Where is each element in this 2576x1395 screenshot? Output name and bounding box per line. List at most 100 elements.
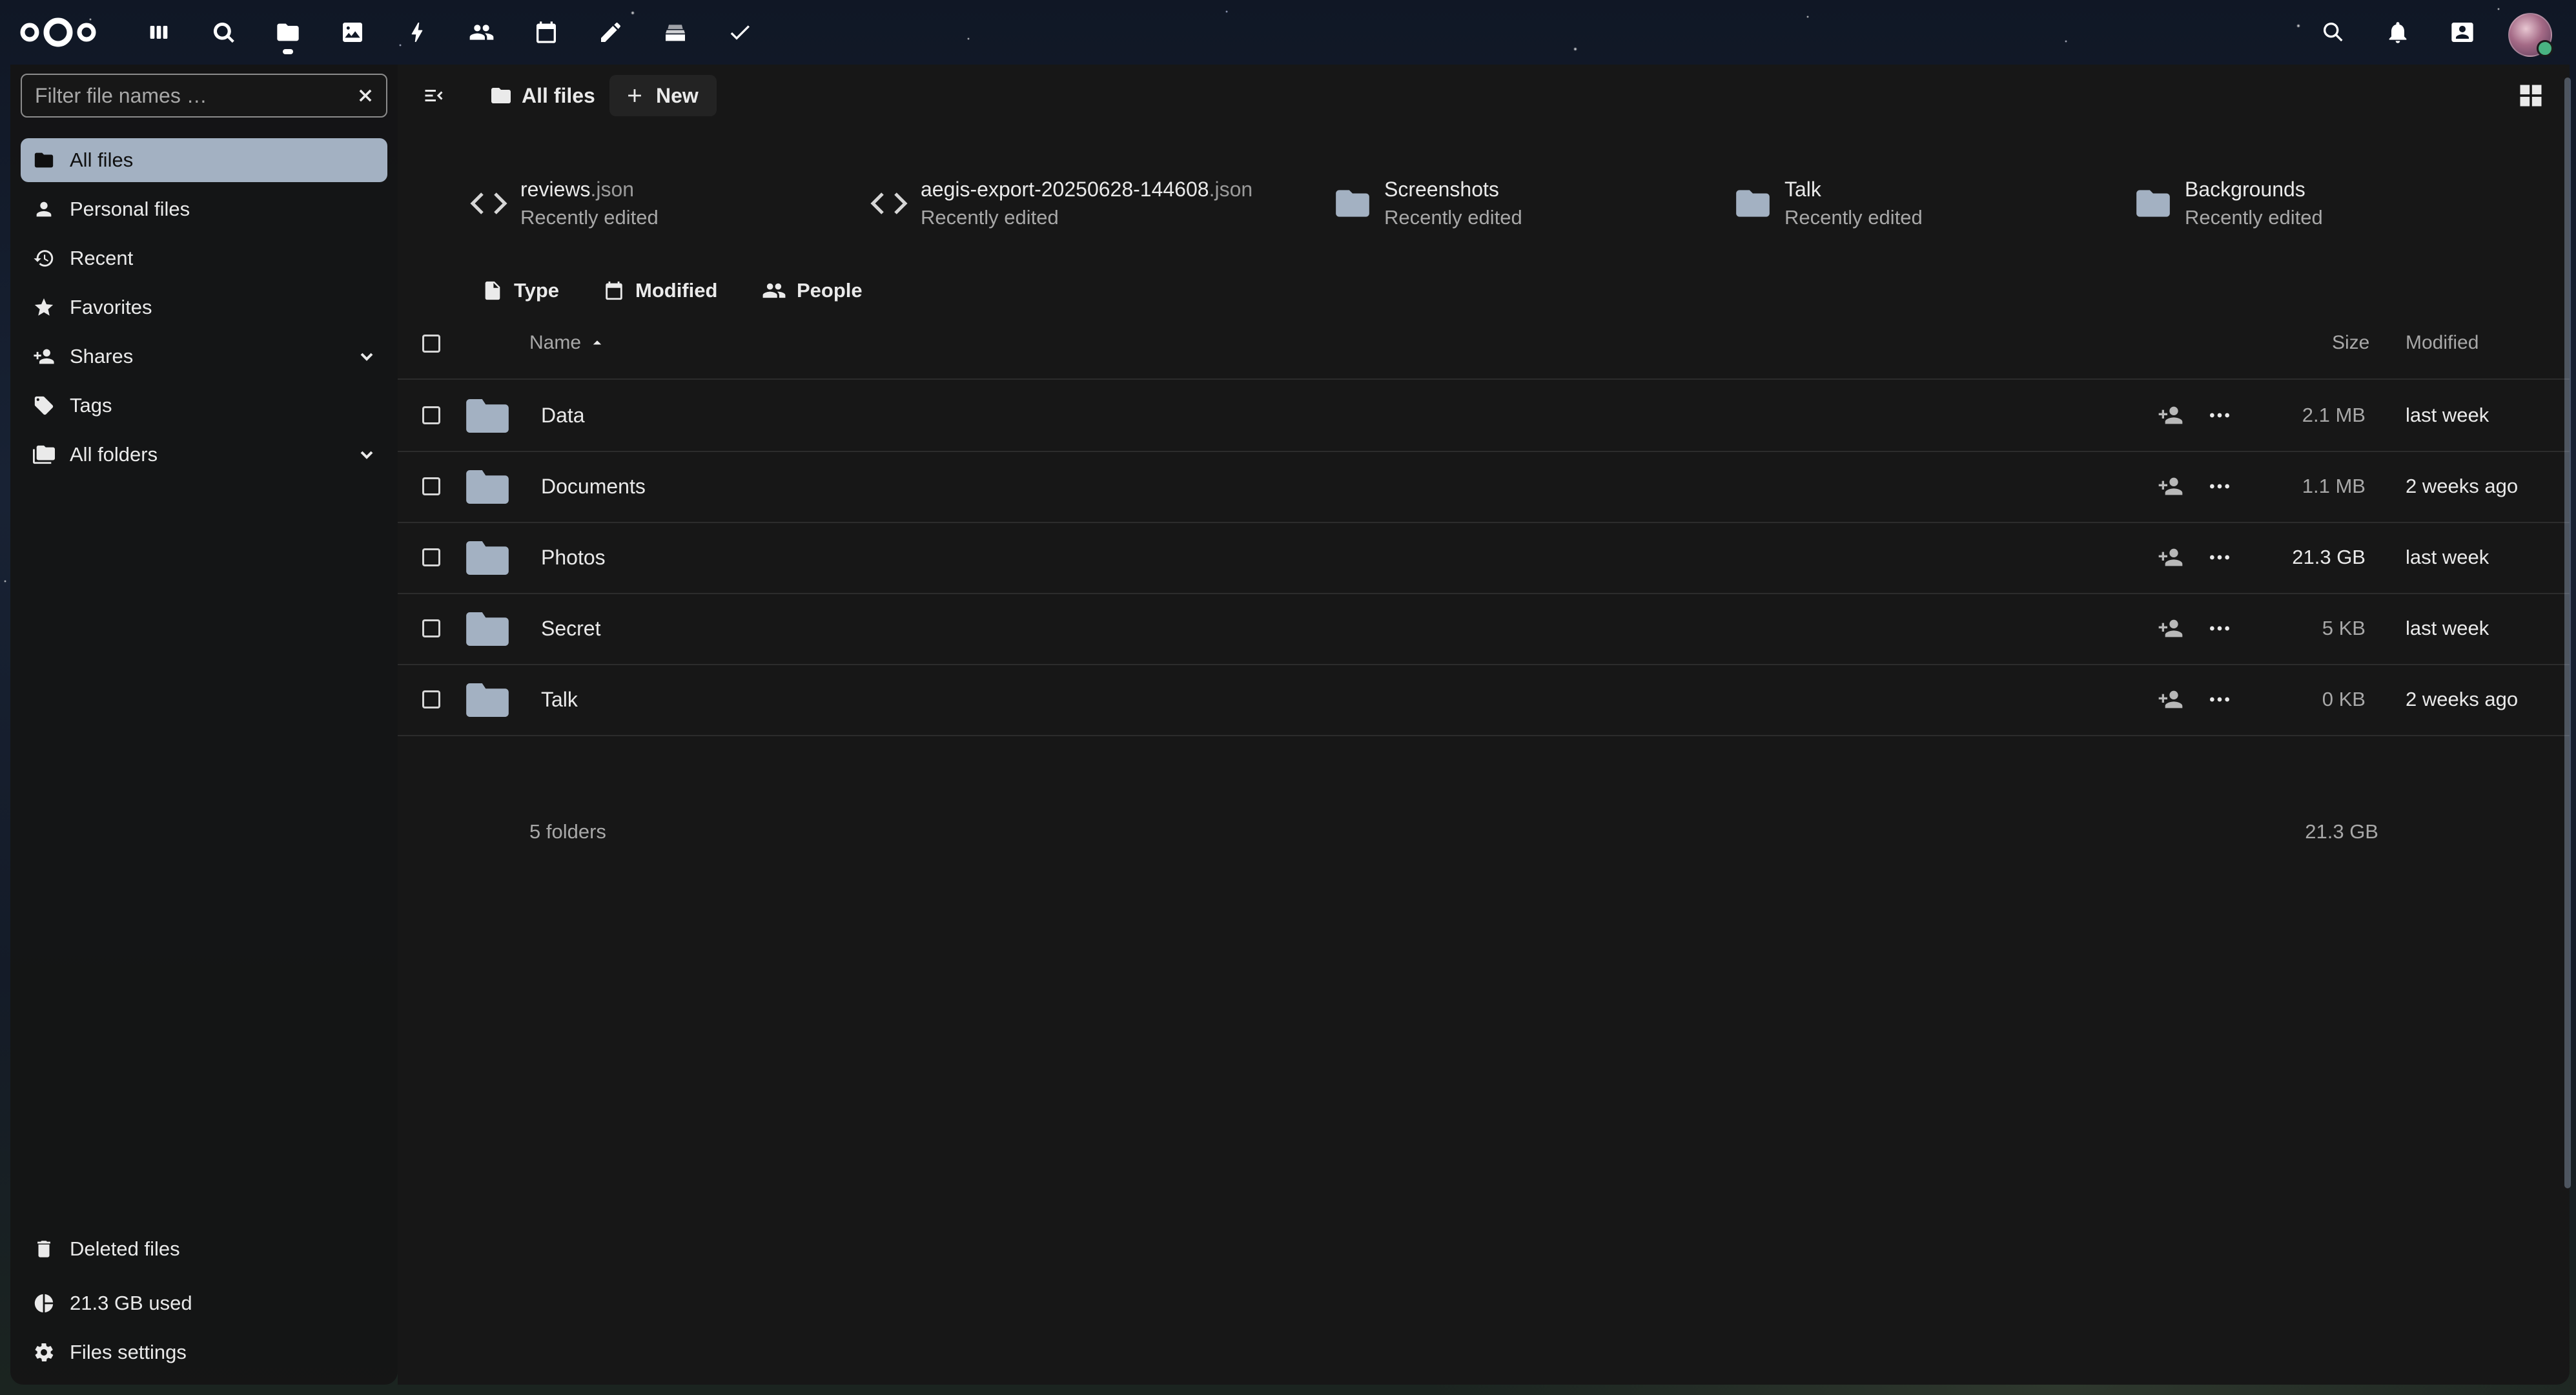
filter-type-button[interactable]: Type (482, 271, 559, 310)
more-actions-icon[interactable] (2207, 473, 2233, 499)
chevron-down-icon[interactable] (356, 444, 377, 465)
nextcloud-logo[interactable] (17, 13, 99, 52)
files-main-content: All files New reviews.json Recently edit… (398, 65, 2570, 1385)
chevron-down-icon[interactable] (356, 346, 377, 367)
row-checkbox[interactable] (422, 406, 440, 424)
sidebar-item-label: Personal files (70, 198, 190, 220)
table-row[interactable]: Photos 21.3 GB last week (398, 522, 2570, 594)
grid-view-toggle[interactable] (2514, 79, 2548, 112)
recent-file-name: aegis-export-20250628-144608.json (921, 178, 1253, 201)
filter-type-label: Type (514, 279, 560, 302)
more-actions-icon[interactable] (2207, 687, 2233, 712)
total-size-summary: 21.3 GB (2305, 820, 2378, 843)
files-settings-label: Files settings (70, 1341, 187, 1363)
sidebar-item-all-folders[interactable]: All folders (21, 433, 387, 477)
select-all-checkbox[interactable] (422, 335, 440, 353)
recent-file-subtitle: Recently edited (1384, 206, 1522, 229)
file-modified: last week (2406, 404, 2489, 426)
table-row[interactable]: Documents 1.1 MB 2 weeks ago (398, 451, 2570, 523)
chart-pie-icon (31, 1290, 57, 1316)
file-modified: last week (2406, 617, 2489, 639)
image-icon[interactable] (333, 13, 372, 52)
file-name[interactable]: Photos (541, 522, 606, 593)
table-row[interactable]: Data 2.1 MB last week (398, 380, 2570, 452)
recent-file-subtitle: Recently edited (520, 206, 659, 229)
column-header-name[interactable]: Name (529, 332, 607, 354)
bell-icon[interactable] (2378, 13, 2417, 52)
lightning-icon[interactable] (398, 13, 436, 52)
file-name[interactable]: Secret (541, 593, 600, 664)
folder-icon (466, 399, 509, 433)
deck-icon[interactable] (656, 13, 695, 52)
filter-field[interactable] (21, 74, 387, 118)
file-name[interactable]: Data (541, 380, 585, 451)
storage-quota[interactable]: 21.3 GB used (21, 1281, 387, 1325)
file-size: 5 KB (2322, 617, 2366, 639)
grid-icon (2520, 85, 2542, 107)
contacts-menu-icon[interactable] (2443, 13, 2482, 52)
recent-file-subtitle: Recently edited (2185, 206, 2323, 229)
contacts-icon[interactable] (462, 13, 501, 52)
recent-file-card[interactable]: Screenshots Recently edited (1330, 168, 1692, 239)
column-header-size[interactable]: Size (2332, 332, 2369, 354)
toggle-navigation-button[interactable] (414, 75, 453, 116)
menu-collapse-icon (425, 90, 443, 101)
sidebar-item-label: Tags (70, 394, 112, 417)
sort-ascending-icon (593, 340, 602, 345)
search-app-icon[interactable] (204, 13, 243, 52)
share-icon[interactable] (2158, 687, 2183, 712)
new-button-label: New (656, 83, 699, 107)
filter-people-button[interactable]: People (762, 271, 863, 310)
filter-input[interactable] (22, 75, 364, 116)
row-checkbox[interactable] (422, 619, 440, 637)
recent-file-card[interactable]: aegis-export-20250628-144608.json Recent… (866, 168, 1331, 239)
recent-file-card[interactable]: Talk Recently edited (1730, 168, 2092, 239)
files-app-icon[interactable] (269, 13, 307, 54)
share-icon[interactable] (2158, 544, 2183, 570)
clear-filter-icon[interactable] (353, 83, 378, 108)
sidebar-item-all-files[interactable]: All files (21, 138, 387, 182)
column-size-label: Size (2332, 332, 2370, 353)
avatar[interactable] (2508, 13, 2553, 57)
recent-file-card[interactable]: Backgrounds Recently edited (2131, 168, 2492, 239)
dashboard-icon[interactable] (139, 13, 178, 52)
calendar-icon[interactable] (527, 13, 566, 52)
share-icon[interactable] (2158, 615, 2183, 641)
new-button[interactable]: New (609, 75, 717, 116)
sidebar-item-shares[interactable]: Shares (21, 335, 387, 378)
checkmark-icon[interactable] (721, 13, 759, 52)
filter-modified-button[interactable]: Modified (603, 271, 717, 310)
share-icon[interactable] (2158, 402, 2183, 428)
more-actions-icon[interactable] (2207, 544, 2233, 570)
search-icon[interactable] (2314, 13, 2353, 52)
table-row[interactable]: Talk 0 KB 2 weeks ago (398, 664, 2570, 736)
file-name[interactable]: Talk (541, 664, 578, 735)
file-size: 2.1 MB (2302, 404, 2366, 426)
row-checkbox[interactable] (422, 477, 440, 495)
breadcrumb[interactable]: All files (489, 75, 595, 116)
recent-file-card[interactable]: reviews.json Recently edited (466, 168, 828, 239)
more-actions-icon[interactable] (2207, 402, 2233, 428)
share-icon (31, 344, 57, 369)
sidebar-item-tags[interactable]: Tags (21, 384, 387, 428)
more-actions-icon[interactable] (2207, 615, 2233, 641)
sidebar-item-files-settings[interactable]: Files settings (21, 1330, 387, 1374)
user-icon (31, 196, 57, 222)
share-icon[interactable] (2158, 473, 2183, 499)
file-name[interactable]: Documents (541, 451, 646, 522)
column-header-modified[interactable]: Modified (2406, 332, 2479, 354)
sidebar-item-label: All files (70, 149, 134, 171)
star-icon (31, 294, 57, 320)
row-checkbox[interactable] (422, 690, 440, 708)
pencil-icon[interactable] (591, 13, 630, 52)
file-icon (485, 281, 500, 300)
sidebar-item-recent[interactable]: Recent (21, 236, 387, 280)
tag-icon (31, 393, 57, 418)
table-row[interactable]: Secret 5 KB last week (398, 593, 2570, 665)
sidebar-item-favorites[interactable]: Favorites (21, 285, 387, 329)
code-icon (466, 181, 511, 226)
page-scrollbar[interactable] (2564, 78, 2571, 1188)
sidebar-item-personal-files[interactable]: Personal files (21, 187, 387, 231)
sidebar-item-deleted-files[interactable]: Deleted files (21, 1227, 387, 1271)
row-checkbox[interactable] (422, 548, 440, 566)
